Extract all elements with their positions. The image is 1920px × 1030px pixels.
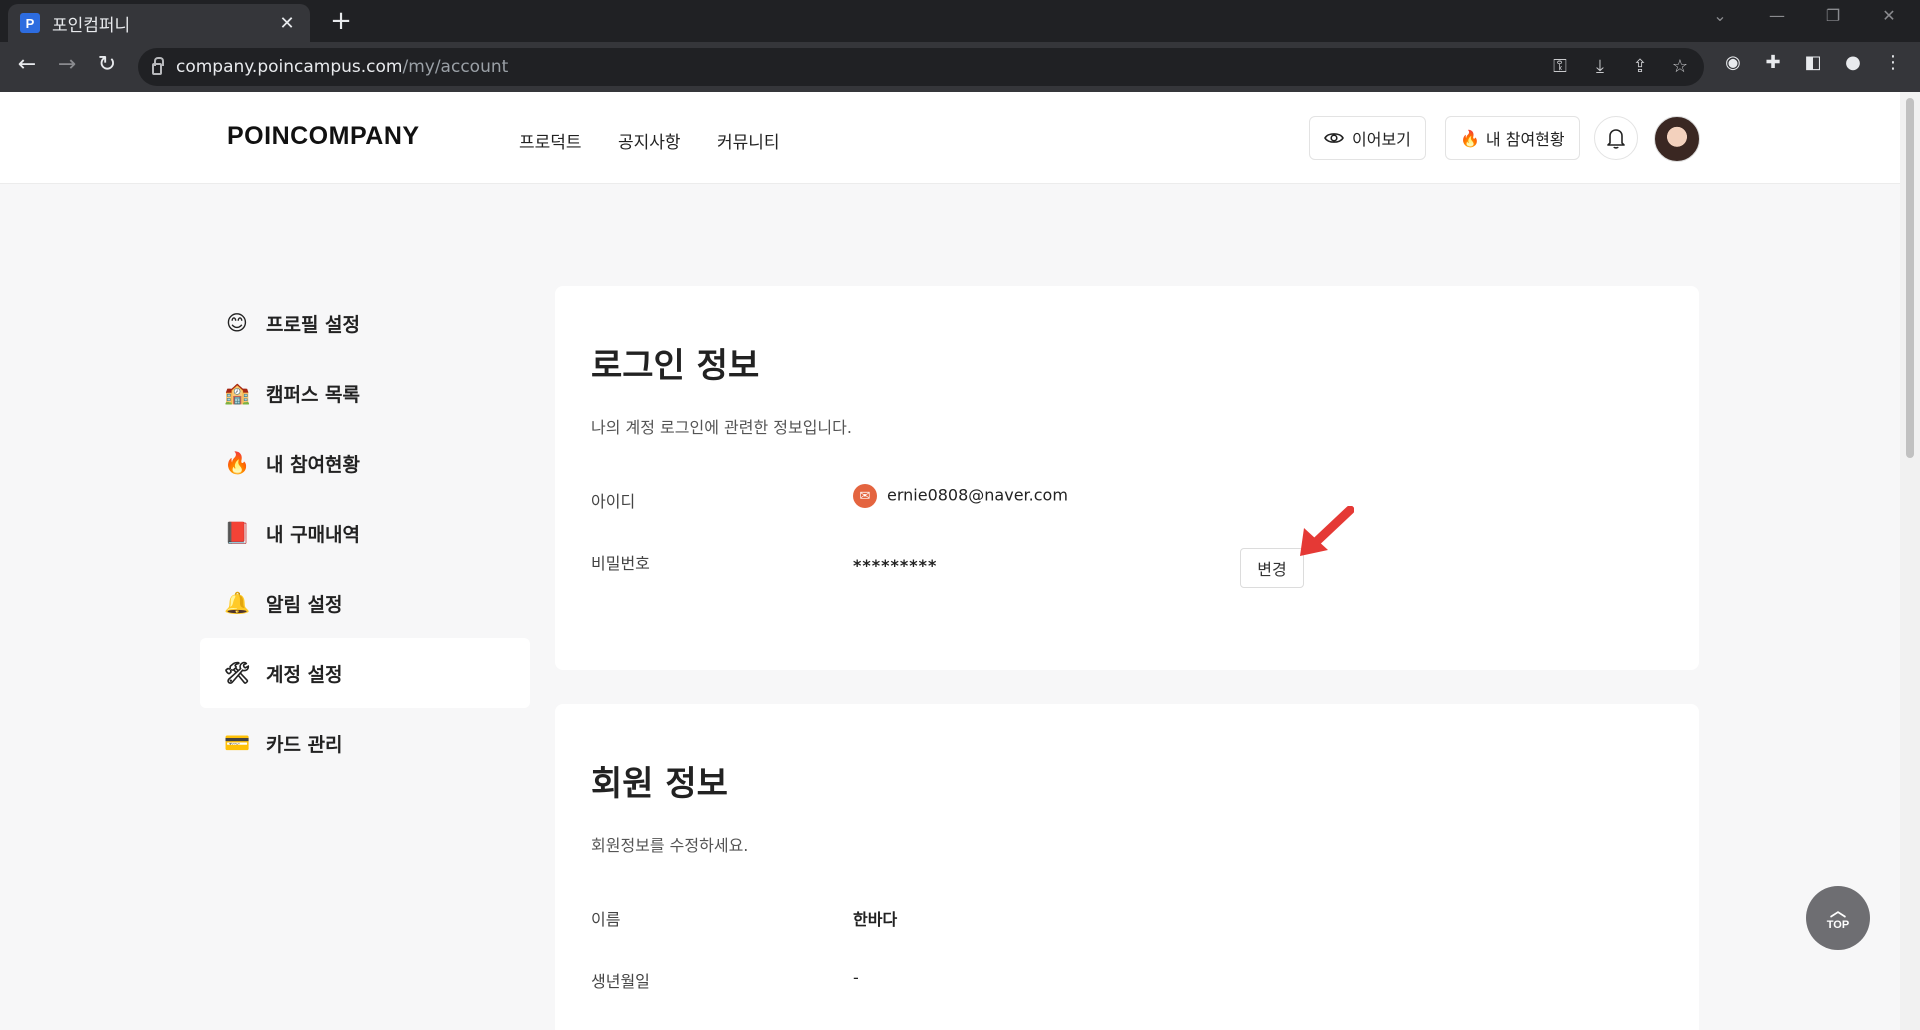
red-arrow-annotation-icon <box>1300 506 1354 556</box>
sidebar-item-label: 내 참여현황 <box>266 453 361 476</box>
credit-card-icon: 💳 <box>224 730 251 755</box>
bell-emoji-icon: 🔔 <box>224 590 251 615</box>
top-label: TOP <box>1826 919 1850 931</box>
name-label: 이름 <box>591 910 621 929</box>
sidebar-item-campus-list[interactable]: 🏫 캠퍼스 목록 <box>200 358 530 428</box>
share-icon[interactable]: ⇪ <box>1628 56 1652 77</box>
chevron-up-icon: ︿ <box>1829 903 1846 920</box>
birth-value: - <box>853 968 859 987</box>
sidebar-item-account-settings[interactable]: 🛠 계정 설정 <box>200 638 530 708</box>
page-scrollbar[interactable] <box>1900 92 1920 1030</box>
sidebar-item-participation[interactable]: 🔥 내 참여현황 <box>200 428 530 498</box>
close-tab-icon[interactable]: ✕ <box>276 13 298 34</box>
sidebar-item-label: 프로필 설정 <box>266 313 361 336</box>
menu-kebab-icon[interactable]: ⋮ <box>1878 52 1908 73</box>
back-arrow-icon[interactable]: ← <box>12 52 42 77</box>
school-building-icon: 🏫 <box>224 380 251 405</box>
smile-emoji-icon: 😊 <box>226 311 248 335</box>
side-panel-icon[interactable]: ◧ <box>1798 52 1828 73</box>
nav-product[interactable]: 프로덕트 <box>519 128 582 153</box>
close-window-button[interactable]: ✕ <box>1874 6 1904 25</box>
sidebar-item-label: 알림 설정 <box>266 593 343 616</box>
continue-watching-label: 이어보기 <box>1352 130 1411 149</box>
id-value-row: ✉ ernie0808@naver.com <box>853 484 1068 508</box>
eye-icon <box>1324 133 1344 143</box>
key-icon[interactable]: ⚿ <box>1548 56 1572 77</box>
lock-icon <box>152 57 164 75</box>
password-value: ********* <box>853 556 938 575</box>
install-icon[interactable]: ⤓ <box>1588 56 1612 77</box>
password-label: 비밀번호 <box>591 554 650 573</box>
tab-search-icon[interactable]: ⌄ <box>1705 6 1735 25</box>
browser-tab-bar: P 포인컴퍼니 ✕ + ⌄ — ❐ ✕ <box>0 0 1920 42</box>
site-header: POINCOMPANY 프로덕트 공지사항 커뮤니티 이어보기 🔥 내 참여현황 <box>0 92 1900 184</box>
reload-icon[interactable]: ↻ <box>92 52 122 77</box>
fire-icon: 🔥 <box>224 450 251 475</box>
favicon-icon: P <box>20 13 40 33</box>
continue-watching-button[interactable]: 이어보기 <box>1309 116 1426 160</box>
my-participation-button[interactable]: 🔥 내 참여현황 <box>1445 116 1580 160</box>
nav-notice[interactable]: 공지사항 <box>618 128 681 153</box>
mail-icon: ✉ <box>853 484 877 508</box>
tools-icon: 🛠 <box>224 660 251 685</box>
forward-arrow-icon[interactable]: → <box>52 52 82 77</box>
sidebar-item-label: 내 구매내역 <box>266 523 361 546</box>
sidebar-item-label: 캠퍼스 목록 <box>266 383 361 406</box>
nav-community[interactable]: 커뮤니티 <box>717 128 780 153</box>
sidebar-item-notifications[interactable]: 🔔 알림 설정 <box>200 568 530 638</box>
id-label: 아이디 <box>591 492 636 511</box>
tab-title: 포인컴퍼니 <box>52 15 131 36</box>
login-info-title: 로그인 정보 <box>591 346 760 386</box>
sidebar-item-label: 카드 관리 <box>266 733 343 756</box>
member-info-card: 회원 정보 회원정보를 수정하세요. 이름 한바다 생년월일 - <box>555 704 1699 1030</box>
url-host: company.poincampus.com <box>176 57 403 77</box>
restore-button[interactable]: ❐ <box>1818 6 1848 25</box>
sidebar-item-profile[interactable]: 😊 프로필 설정 <box>200 288 530 358</box>
bell-icon <box>1607 129 1625 149</box>
address-bar[interactable]: company.poincampus.com/my/account ⚿ ⤓ ⇪ … <box>138 48 1704 86</box>
red-book-icon: 📕 <box>224 520 251 545</box>
browser-tab[interactable]: P 포인컴퍼니 ✕ <box>8 4 310 42</box>
my-participation-label: 내 참여현황 <box>1485 130 1565 149</box>
browser-toolbar: ← → ↻ company.poincampus.com/my/account … <box>0 42 1920 92</box>
camera-icon[interactable]: ◉ <box>1718 52 1748 73</box>
login-info-card: 로그인 정보 나의 계정 로그인에 관련한 정보입니다. 아이디 ✉ ernie0… <box>555 286 1699 670</box>
notification-button[interactable] <box>1594 116 1638 160</box>
fire-icon: 🔥 <box>1460 128 1480 148</box>
scroll-top-button[interactable]: ︿ TOP <box>1806 886 1870 950</box>
member-info-title: 회원 정보 <box>591 764 728 804</box>
minimize-button[interactable]: — <box>1762 6 1792 25</box>
site-logo[interactable]: POINCOMPANY <box>227 122 420 151</box>
birth-label: 생년월일 <box>591 972 650 991</box>
account-sidebar: 😊 프로필 설정 🏫 캠퍼스 목록 🔥 내 참여현황 📕 내 구매내역 🔔 알림… <box>200 288 530 778</box>
url-path: /my/account <box>402 57 509 77</box>
member-info-description: 회원정보를 수정하세요. <box>591 836 749 855</box>
extensions-puzzle-icon[interactable]: ✚ <box>1758 52 1788 73</box>
name-value: 한바다 <box>853 910 898 929</box>
login-info-description: 나의 계정 로그인에 관련한 정보입니다. <box>591 418 852 437</box>
sidebar-item-label: 계정 설정 <box>266 663 343 686</box>
sidebar-item-purchases[interactable]: 📕 내 구매내역 <box>200 498 530 568</box>
change-password-button[interactable]: 변경 <box>1240 548 1304 588</box>
id-value: ernie0808@naver.com <box>887 485 1068 505</box>
user-avatar[interactable] <box>1654 116 1700 162</box>
profile-icon[interactable]: ● <box>1838 52 1868 73</box>
new-tab-button[interactable]: + <box>326 6 356 36</box>
scrollbar-thumb[interactable] <box>1906 98 1914 458</box>
sidebar-item-card-management[interactable]: 💳 카드 관리 <box>200 708 530 778</box>
bookmark-star-icon[interactable]: ☆ <box>1668 56 1692 77</box>
